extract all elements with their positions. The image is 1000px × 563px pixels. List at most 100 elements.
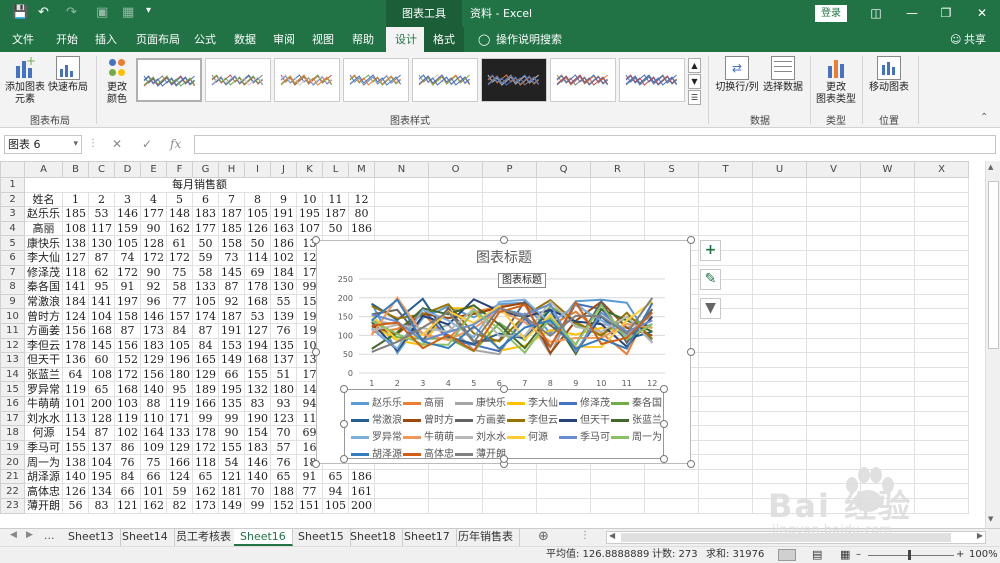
cell[interactable] [860, 395, 915, 412]
tab-review[interactable]: 审阅 [271, 27, 297, 52]
tab-split-icon[interactable]: ⋮ [580, 530, 590, 541]
paint-icon[interactable]: ▦ [122, 5, 134, 20]
cell[interactable]: 166 [166, 454, 193, 470]
cell[interactable]: 129 [166, 439, 193, 456]
cell[interactable]: 141 [88, 293, 115, 310]
cell[interactable] [752, 191, 807, 208]
cell[interactable]: 赵乐乐 [24, 206, 63, 222]
cell[interactable]: 92 [140, 279, 167, 295]
column-header[interactable]: Q [536, 161, 591, 178]
cell[interactable]: 牛萌萌 [24, 395, 63, 412]
cell[interactable]: 10 [296, 191, 323, 208]
cell[interactable]: 132 [244, 381, 271, 397]
cell[interactable]: 171 [166, 410, 193, 427]
chart-style-option[interactable] [550, 58, 616, 102]
cell[interactable]: 105 [166, 337, 193, 354]
cell[interactable]: 常激浪 [24, 293, 63, 310]
legend-entry[interactable]: 罗异常 [351, 428, 402, 443]
cell[interactable]: 91 [114, 279, 141, 295]
cell[interactable]: 102 [114, 425, 141, 441]
cell[interactable] [374, 177, 429, 193]
cell[interactable] [536, 220, 591, 237]
cell[interactable] [536, 468, 591, 485]
cell[interactable]: 108 [88, 366, 115, 383]
cell[interactable]: 178 [62, 337, 89, 354]
tab-page-layout[interactable]: 页面布局 [134, 27, 182, 52]
cell[interactable]: 105 [322, 498, 349, 514]
cell[interactable]: 54 [218, 454, 245, 470]
tab-file[interactable]: 文件 [10, 27, 36, 52]
cell[interactable]: 8 [244, 191, 271, 208]
cell[interactable] [590, 220, 645, 237]
cell[interactable] [644, 498, 699, 514]
cell[interactable] [914, 177, 969, 193]
cell[interactable]: 61 [166, 235, 193, 251]
insert-function-icon[interactable]: fx [170, 137, 181, 151]
cell[interactable] [428, 498, 483, 514]
cell[interactable]: 189 [192, 381, 219, 397]
cell[interactable] [428, 206, 483, 222]
cell[interactable] [374, 468, 429, 485]
cell[interactable]: 曾时方 [24, 308, 63, 324]
cell[interactable]: 140 [62, 468, 89, 485]
resize-handle[interactable] [687, 236, 695, 244]
zoom-out-icon[interactable]: – [856, 547, 861, 563]
column-header[interactable]: O [428, 161, 483, 178]
cell[interactable]: 95 [88, 279, 115, 295]
cell[interactable] [536, 177, 591, 193]
cell[interactable] [752, 410, 807, 427]
cell[interactable] [860, 206, 915, 222]
cell[interactable]: 138 [62, 454, 89, 470]
cell[interactable]: 64 [62, 366, 89, 383]
cell[interactable]: 191 [270, 206, 297, 222]
cell[interactable]: 84 [166, 322, 193, 339]
cell[interactable]: 124 [62, 308, 89, 324]
cell[interactable] [752, 322, 807, 339]
gallery-more-icon[interactable]: ☰ [688, 90, 701, 105]
cell[interactable]: 90 [218, 425, 245, 441]
legend-entry[interactable]: 李大仙 [507, 394, 558, 409]
cell[interactable] [752, 177, 807, 193]
cell[interactable]: 121 [218, 468, 245, 485]
cell[interactable] [914, 206, 969, 222]
cell[interactable] [590, 177, 645, 193]
cell[interactable] [482, 468, 537, 485]
change-colors-button[interactable]: 更改 颜色 [100, 56, 134, 106]
cell[interactable]: 何源 [24, 425, 63, 441]
cell[interactable]: 65 [322, 468, 349, 485]
legend-entry[interactable]: 胡泽源 [351, 445, 402, 460]
cell[interactable]: 118 [62, 264, 89, 281]
cell[interactable] [860, 366, 915, 383]
cell[interactable]: 183 [192, 206, 219, 222]
cell[interactable]: 58 [166, 279, 193, 295]
cell[interactable]: 77 [166, 293, 193, 310]
cell[interactable]: 126 [62, 483, 89, 500]
cell[interactable]: 95 [166, 381, 193, 397]
cell[interactable]: 101 [140, 483, 167, 500]
cell[interactable]: 55 [270, 293, 297, 310]
cell[interactable]: 135 [270, 337, 297, 354]
tab-insert[interactable]: 插入 [93, 27, 119, 52]
cell[interactable] [482, 498, 537, 514]
column-header[interactable]: H [218, 161, 245, 178]
cell[interactable] [644, 483, 699, 500]
cell[interactable]: 76 [114, 454, 141, 470]
row-header[interactable]: 12 [0, 337, 25, 354]
cell[interactable]: 164 [140, 425, 167, 441]
column-header[interactable]: X [914, 161, 969, 178]
cell[interactable]: 133 [192, 279, 219, 295]
cell[interactable] [428, 191, 483, 208]
cell[interactable]: 65 [270, 468, 297, 485]
cell[interactable]: 123 [270, 410, 297, 427]
cell[interactable]: 200 [88, 395, 115, 412]
cell[interactable] [428, 483, 483, 500]
cell[interactable]: 185 [62, 206, 89, 222]
cell[interactable]: 104 [88, 308, 115, 324]
chart-style-option[interactable] [136, 58, 202, 102]
cell[interactable] [806, 352, 861, 368]
cell[interactable]: 83 [244, 395, 271, 412]
cell[interactable]: 145 [88, 337, 115, 354]
cell[interactable]: 7 [218, 191, 245, 208]
prev-sheet-icon[interactable]: ◀ [10, 530, 17, 540]
cell[interactable] [752, 308, 807, 324]
